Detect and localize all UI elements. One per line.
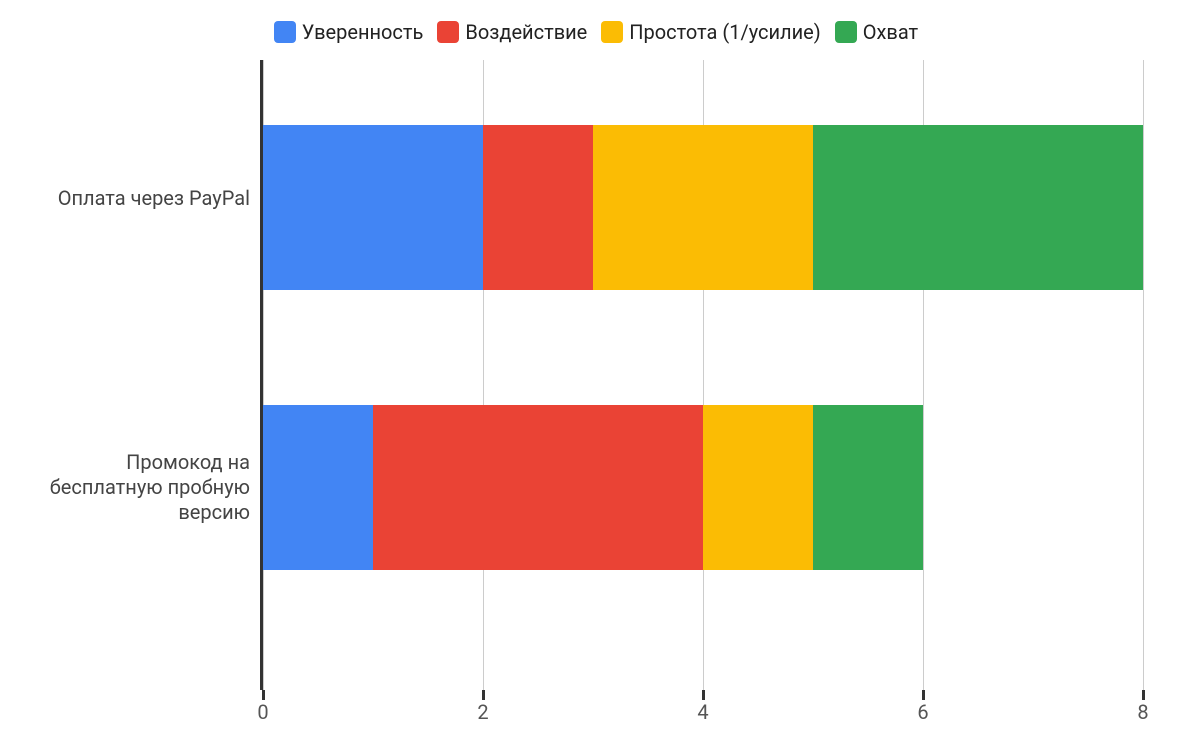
legend-swatch	[274, 21, 296, 43]
x-tick-label: 6	[917, 700, 928, 724]
x-tick-label: 8	[1137, 700, 1148, 724]
bar-segment	[593, 125, 813, 290]
bar-segment	[263, 125, 483, 290]
legend-item: Уверенность	[274, 20, 424, 44]
bar-segment	[813, 405, 923, 570]
legend-label: Уверенность	[302, 20, 424, 44]
x-tick-mark	[702, 690, 705, 700]
y-category-label: Промокод на бесплатную пробную версию	[10, 450, 250, 525]
x-tick-label: 2	[477, 700, 488, 724]
plot-area: 0 2 4 6 8	[260, 60, 1143, 690]
x-tick-label: 4	[697, 700, 708, 724]
legend-item: Охват	[835, 20, 918, 44]
bar-row	[263, 125, 1143, 290]
x-tick-mark	[922, 690, 925, 700]
bar-segment	[373, 405, 703, 570]
legend-label: Воздействие	[465, 20, 587, 44]
x-tick-mark	[262, 690, 265, 700]
y-category-label: Оплата через PayPal	[10, 186, 250, 211]
legend-item: Воздействие	[437, 20, 587, 44]
legend-swatch	[835, 21, 857, 43]
gridline	[1143, 60, 1144, 690]
bar-segment	[703, 405, 813, 570]
legend-label: Охват	[863, 20, 918, 44]
legend-item: Простота (1/усилие)	[601, 20, 820, 44]
bar-row	[263, 405, 923, 570]
x-tick-mark	[1142, 690, 1145, 700]
legend: Уверенность Воздействие Простота (1/усил…	[0, 20, 1200, 44]
x-tick-mark	[482, 690, 485, 700]
legend-swatch	[437, 21, 459, 43]
bar-segment	[813, 125, 1143, 290]
bar-segment	[483, 125, 593, 290]
legend-label: Простота (1/усилие)	[629, 20, 820, 44]
x-tick-label: 0	[257, 700, 268, 724]
stacked-bar-chart: Уверенность Воздействие Простота (1/усил…	[0, 0, 1200, 742]
legend-swatch	[601, 21, 623, 43]
bar-segment	[263, 405, 373, 570]
